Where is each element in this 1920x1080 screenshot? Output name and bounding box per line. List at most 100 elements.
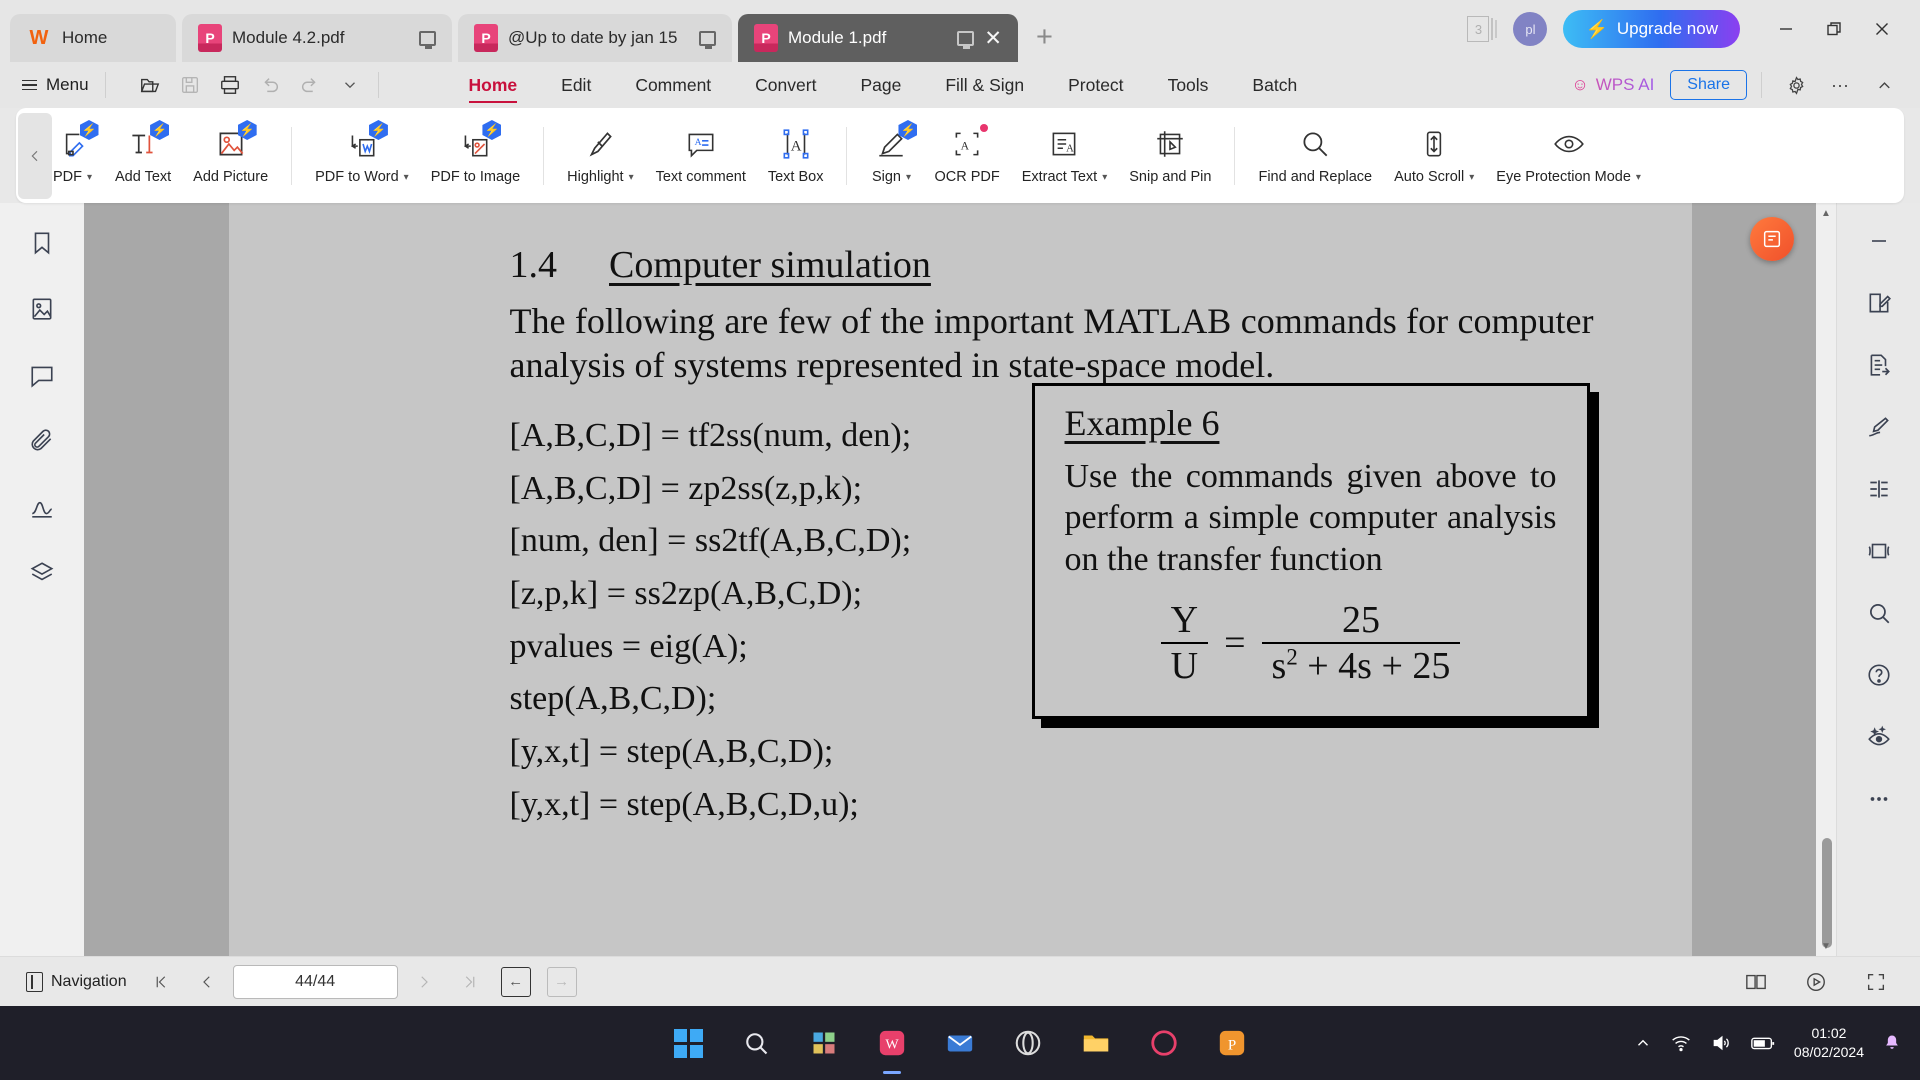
- save-icon[interactable]: [172, 68, 208, 102]
- redo-icon[interactable]: [292, 68, 328, 102]
- wifi-icon[interactable]: [1670, 1033, 1692, 1053]
- tab-module-42[interactable]: P Module 4.2.pdf: [182, 14, 452, 62]
- widgets-icon[interactable]: [801, 1020, 847, 1066]
- tool-extract-text[interactable]: A Extract Text ▾: [1011, 113, 1119, 199]
- forward-arrow-button[interactable]: →: [542, 964, 582, 1000]
- fountain-pen-icon[interactable]: [1857, 405, 1901, 449]
- tool-sign[interactable]: ⚡ Sign ▾: [859, 113, 923, 199]
- chevron-left-icon[interactable]: [18, 112, 52, 199]
- edit-square-icon[interactable]: [1857, 281, 1901, 325]
- windows-start-icon[interactable]: [665, 1020, 711, 1066]
- pdf-app-icon[interactable]: P: [1209, 1020, 1255, 1066]
- navigation-toggle[interactable]: Navigation: [18, 971, 135, 992]
- tool-pdf-to-image[interactable]: ⚡ PDF to Image: [420, 113, 531, 199]
- scroll-up-arrow[interactable]: ▲: [1816, 203, 1836, 223]
- battery-icon[interactable]: [1750, 1033, 1776, 1053]
- first-page-icon[interactable]: [141, 964, 181, 1000]
- chevron-up-icon[interactable]: [1634, 1034, 1652, 1052]
- document-viewer[interactable]: 1.4 Computer simulation The following ar…: [84, 203, 1836, 956]
- next-page-icon[interactable]: [404, 964, 444, 1000]
- tool-auto-scroll[interactable]: Auto Scroll ▾: [1383, 113, 1485, 199]
- file-explorer-icon[interactable]: [1073, 1020, 1119, 1066]
- tool-highlight[interactable]: Highlight ▾: [556, 113, 644, 199]
- cast-screen-icon[interactable]: [957, 30, 975, 49]
- scroll-down-arrow[interactable]: ▼: [1816, 936, 1836, 956]
- tool-snip-and-pin[interactable]: Snip and Pin: [1118, 113, 1222, 199]
- attachment-icon[interactable]: [20, 419, 64, 463]
- volume-icon[interactable]: [1710, 1033, 1732, 1053]
- bookmark-icon[interactable]: [20, 221, 64, 265]
- ribbon-tab-comment[interactable]: Comment: [613, 62, 733, 108]
- main-menu-button[interactable]: Menu: [16, 75, 95, 95]
- open-folder-icon[interactable]: [132, 68, 168, 102]
- tab-home[interactable]: W Home: [10, 14, 176, 62]
- chevron-up-icon[interactable]: [1864, 66, 1904, 104]
- ai-assistant-button[interactable]: [1750, 217, 1794, 261]
- undo-icon[interactable]: [252, 68, 288, 102]
- tool-add-picture[interactable]: ⚡ Add Picture: [182, 113, 279, 199]
- maximize-restore-button[interactable]: [1810, 10, 1858, 48]
- align-icon[interactable]: [1857, 467, 1901, 511]
- dual-page-icon[interactable]: [1736, 964, 1776, 1000]
- cast-screen-icon[interactable]: [699, 30, 716, 49]
- eye-sparkle-icon[interactable]: [1857, 715, 1901, 759]
- ribbon-tab-edit[interactable]: Edit: [539, 62, 613, 108]
- ribbon-tab-convert[interactable]: Convert: [733, 62, 838, 108]
- tab-up-to-date[interactable]: P @Up to date by jan 15: [458, 14, 732, 62]
- layers-icon[interactable]: [20, 551, 64, 595]
- back-arrow-button[interactable]: ←: [496, 964, 536, 1000]
- collapse-minus-icon[interactable]: [1857, 219, 1901, 263]
- clock[interactable]: 01:02 08/02/2024: [1794, 1024, 1864, 1062]
- gear-icon[interactable]: [1776, 66, 1816, 104]
- page-number-input[interactable]: 44/44: [232, 964, 398, 999]
- ribbon-tab-fill-and-sign[interactable]: Fill & Sign: [923, 62, 1046, 108]
- scrollbar-thumb[interactable]: [1822, 838, 1832, 948]
- last-page-icon[interactable]: [450, 964, 490, 1000]
- bell-icon[interactable]: [1882, 1033, 1902, 1053]
- signature-icon[interactable]: [20, 485, 64, 529]
- ribbon-tab-page[interactable]: Page: [838, 62, 923, 108]
- prev-page-icon[interactable]: [187, 964, 227, 1000]
- ribbon-tab-tools[interactable]: Tools: [1146, 62, 1231, 108]
- tab-module-1-active[interactable]: P Module 1.pdf ✕: [738, 14, 1018, 62]
- wps-ai-button[interactable]: ☺ WPS AI: [1559, 75, 1666, 95]
- cast-screen-icon[interactable]: [419, 30, 436, 49]
- tool-text-comment[interactable]: A Text comment: [645, 113, 757, 199]
- document-stack-icon[interactable]: 3: [1467, 16, 1498, 42]
- chevron-down-icon[interactable]: [332, 68, 368, 102]
- search-icon[interactable]: [733, 1020, 779, 1066]
- vertical-scrollbar[interactable]: ▲ ▼: [1816, 203, 1836, 956]
- help-circle-icon[interactable]: [1857, 653, 1901, 697]
- thumbnail-icon[interactable]: [20, 287, 64, 331]
- tool-edit-pdf[interactable]: ⚡ PDF ▾: [52, 113, 104, 199]
- ribbon-tab-batch[interactable]: Batch: [1230, 62, 1319, 108]
- close-icon[interactable]: ✕: [984, 28, 1002, 49]
- minimize-button[interactable]: [1762, 10, 1810, 48]
- opera-icon[interactable]: [1005, 1020, 1051, 1066]
- ribbon-tab-protect[interactable]: Protect: [1046, 62, 1145, 108]
- vivaldi-icon[interactable]: [1141, 1020, 1187, 1066]
- more-dots-icon[interactable]: [1857, 777, 1901, 821]
- comment-icon[interactable]: [20, 353, 64, 397]
- export-doc-icon[interactable]: [1857, 343, 1901, 387]
- tool-add-text[interactable]: ⚡ Add Text: [104, 113, 182, 199]
- share-button[interactable]: Share: [1670, 70, 1747, 100]
- compress-icon[interactable]: [1857, 529, 1901, 573]
- new-tab-button[interactable]: +: [1036, 21, 1053, 54]
- ribbon-tab-home[interactable]: Home: [447, 62, 540, 108]
- search-icon[interactable]: [1857, 591, 1901, 635]
- upgrade-now-button[interactable]: ⚡ Upgrade now: [1563, 10, 1740, 48]
- print-icon[interactable]: [212, 68, 248, 102]
- avatar[interactable]: pl: [1513, 12, 1548, 46]
- more-horizontal-icon[interactable]: ···: [1820, 66, 1860, 104]
- tool-eye-protection-mode[interactable]: Eye Protection Mode ▾: [1485, 113, 1652, 199]
- tool-find-and-replace[interactable]: Find and Replace: [1247, 113, 1383, 199]
- tool-text-box[interactable]: A Text Box: [757, 113, 835, 199]
- wps-office-icon[interactable]: W: [869, 1020, 915, 1066]
- tool-ocr-pdf[interactable]: A OCR PDF: [923, 113, 1010, 199]
- tool-pdf-to-word[interactable]: ⚡ PDF to Word ▾: [304, 113, 420, 199]
- close-window-button[interactable]: [1858, 10, 1906, 48]
- fullscreen-icon[interactable]: [1856, 964, 1896, 1000]
- presentation-icon[interactable]: [1796, 964, 1836, 1000]
- mail-icon[interactable]: [937, 1020, 983, 1066]
